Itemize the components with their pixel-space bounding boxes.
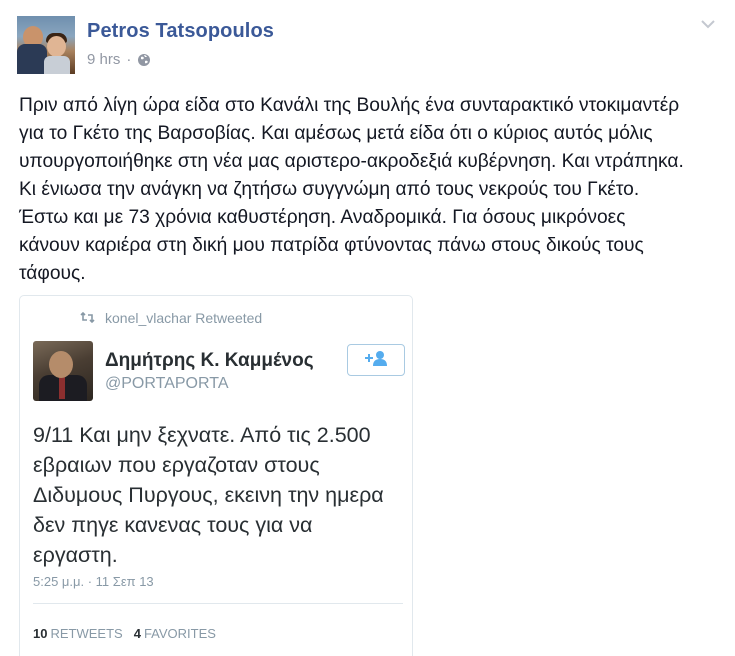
author-name-link[interactable]: Petros Tatsopoulos <box>87 20 274 43</box>
chevron-down-icon[interactable] <box>698 16 718 32</box>
post-line: Κι ένιωσα την ανάγκη να ζητήσω συγγνώμη … <box>19 179 640 200</box>
favorites-stat[interactable]: 4 FAVORITES <box>134 626 216 641</box>
post-body: Πριν από λίγη ώρα είδα στο Κανάλι της Βο… <box>19 92 719 288</box>
post-line: για το Γκέτο της Βαρσοβίας. Και αμέσως μ… <box>19 123 653 144</box>
tweet-line: Διδυμους Πυργους, εκεινη την ημερα <box>33 483 384 507</box>
favorites-label: FAVORITES <box>143 626 216 641</box>
author-avatar[interactable] <box>17 16 75 74</box>
tweet-author-avatar[interactable] <box>33 341 93 401</box>
tweet-line: εβραιων που εργαζοταν στους <box>33 453 320 477</box>
tweet-author-name[interactable]: Δημήτρης Κ. Καμμένος <box>105 350 314 372</box>
tweet-text: 9/11 Και μην ξεχνατε. Από τις 2.500 εβρα… <box>33 420 403 570</box>
retweets-label: RETWEETS <box>50 626 123 641</box>
globe-icon[interactable] <box>137 53 151 67</box>
tweet-line: εργαστη. <box>33 543 118 567</box>
tweet-line: δεν πηγε κανενας τους για να <box>33 513 313 537</box>
post-line: υπουργοποιήθηκε στη νέα μας αριστερο-ακρ… <box>19 151 684 172</box>
post-line: κάνουν καριέρα στη δική μου πατρίδα φτύν… <box>19 235 644 256</box>
tweet-stats: 10 RETWEETS 4 FAVORITES <box>33 626 216 641</box>
retweets-stat[interactable]: 10 RETWEETS <box>33 626 123 641</box>
retweeted-by-text[interactable]: konel_vlachar Retweeted <box>105 310 262 326</box>
post-timestamp[interactable]: 9 hrs <box>87 51 120 68</box>
post-line: τάφους. <box>19 263 86 284</box>
add-user-icon <box>361 348 391 373</box>
post-line: Έστω και με 73 χρόνια καθυστέρηση. Αναδρ… <box>19 207 626 228</box>
tweet-author-handle[interactable]: @PORTAPORTA <box>105 375 229 393</box>
follow-button[interactable] <box>347 344 405 376</box>
tweet-divider <box>33 603 403 604</box>
favorites-count: 4 <box>133 626 141 641</box>
retweet-context: konel_vlachar Retweeted <box>80 310 262 326</box>
retweets-count: 10 <box>33 626 48 641</box>
post-meta: 9 hrs · <box>87 51 151 68</box>
meta-separator: · <box>126 51 132 68</box>
post-line: Πριν από λίγη ώρα είδα στο Κανάλι της Βο… <box>19 95 680 116</box>
embedded-tweet-card[interactable]: konel_vlachar Retweeted Δημήτρης Κ. Καμμ… <box>19 295 413 656</box>
tweet-line: 9/11 Και μην ξεχνατε. Από τις 2.500 <box>33 423 371 447</box>
retweet-icon <box>80 310 95 326</box>
tweet-timestamp[interactable]: 5:25 μ.μ. · 11 Σεπ 13 <box>33 574 154 589</box>
